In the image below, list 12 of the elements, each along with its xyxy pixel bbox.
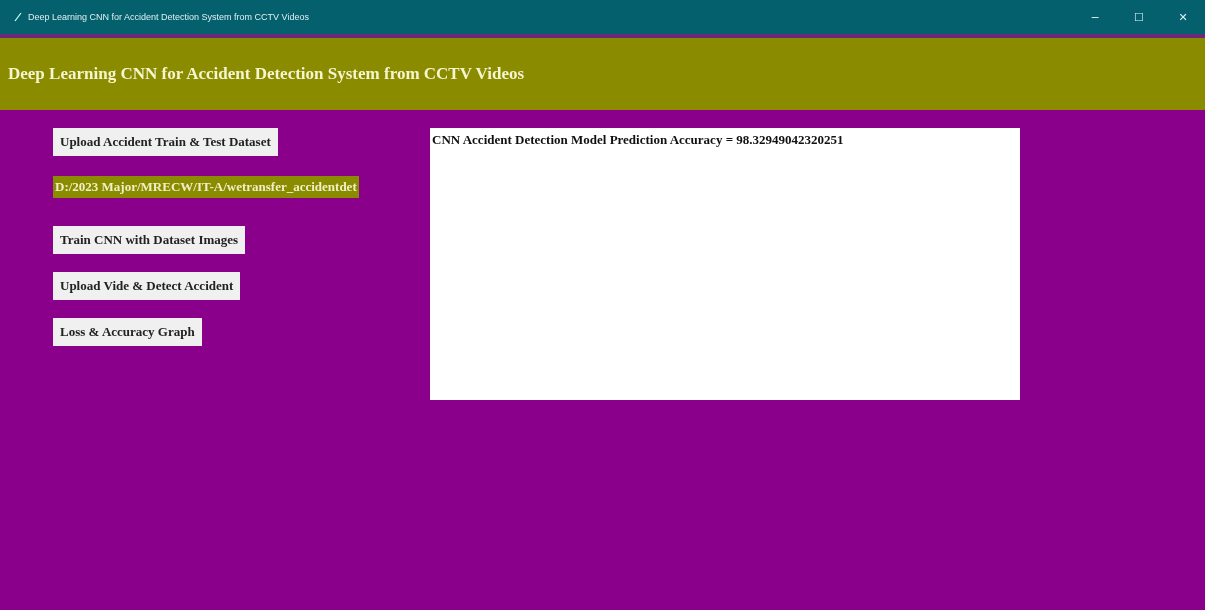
action-button[interactable]: Loss & Accuracy Graph: [53, 318, 202, 346]
close-button[interactable]: ✕: [1161, 10, 1205, 24]
app-title: Deep Learning CNN for Accident Detection System from CCTV Videos: [8, 64, 525, 84]
minimize-button[interactable]: −: [1073, 10, 1117, 24]
output-text-area[interactable]: CNN Accident Detection Model Prediction Accuracy = 98.32949042320251: [430, 128, 1020, 400]
maximize-button[interactable]: ☐: [1117, 10, 1161, 24]
window-title: Deep Learning CNN for Accident Detection System from CCTV Videos: [28, 12, 309, 22]
action-button[interactable]: Upload Accident Train & Test Dataset: [53, 128, 278, 156]
action-button[interactable]: Train CNN with Dataset Images: [53, 226, 246, 254]
dataset-path-label: D:/2023 Major/MRECW/IT-A/wetransfer_accidentdet: [53, 176, 359, 198]
output-line: CNN Accident Detection Model Prediction Accuracy = 98.32949042320251: [432, 132, 845, 148]
action-button[interactable]: Upload Vide & Detect Accident: [53, 272, 241, 300]
